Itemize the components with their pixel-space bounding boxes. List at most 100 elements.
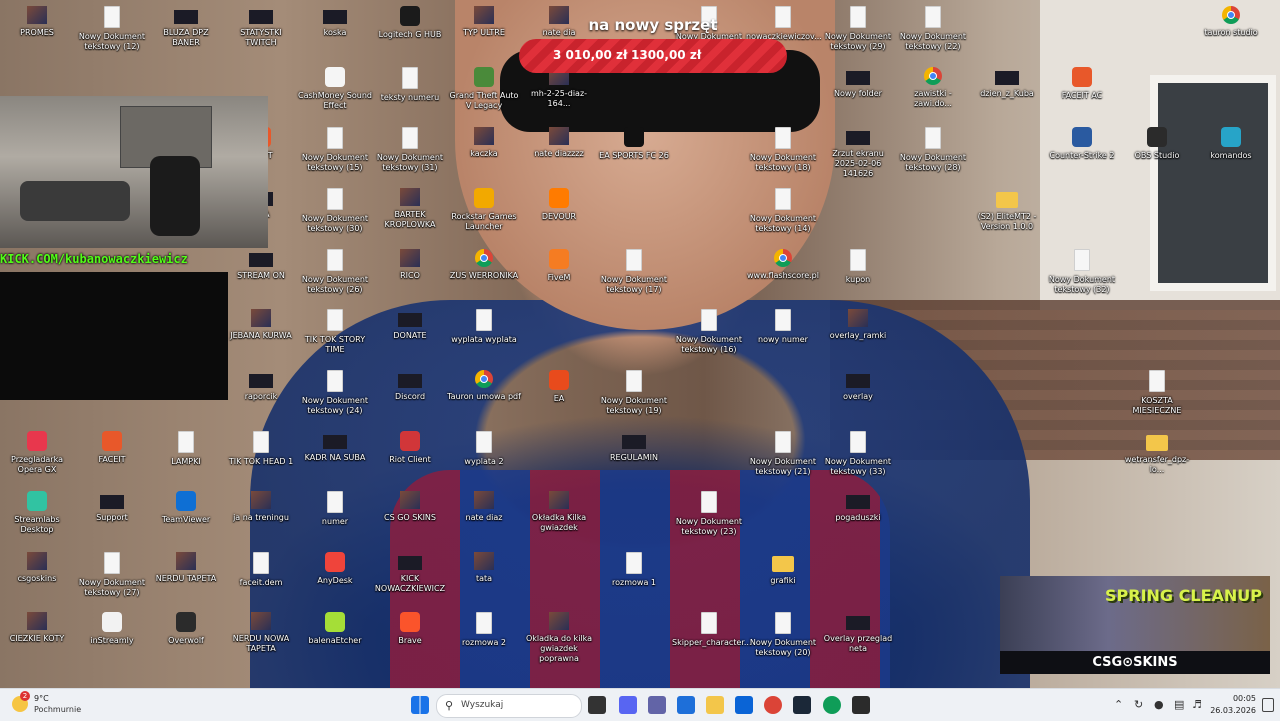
desktop-icon[interactable]: EA SPORTS FC 26 (597, 127, 671, 161)
desktop-icon[interactable]: TIK TOK STORY TIME (298, 309, 372, 355)
desktop-icon[interactable]: Discord (373, 370, 447, 402)
desktop-icon[interactable]: faceit.dem (224, 552, 298, 588)
desktop-icon[interactable]: pogaduszki (821, 491, 895, 523)
desktop-icon[interactable]: koska (298, 6, 372, 38)
desktop-icon[interactable]: FiveM (522, 249, 596, 283)
desktop-icon[interactable]: tauron studio (1194, 6, 1268, 38)
desktop-icon[interactable]: balenaEtcher (298, 612, 372, 646)
desktop-icon[interactable]: PROMES (0, 6, 74, 38)
store-icon[interactable] (677, 696, 695, 714)
desktop-icon[interactable]: teksty numeru (373, 67, 447, 103)
desktop-icon[interactable]: NERDU NOWA TAPETA (224, 612, 298, 654)
desktop-icon[interactable]: rozmowa 1 (597, 552, 671, 588)
microphone-icon[interactable]: ● (1154, 698, 1164, 711)
desktop-icon[interactable]: Nowy Dokument tekstowy (18) (746, 127, 820, 173)
desktop-icon[interactable]: ja na treningu (224, 491, 298, 523)
desktop-icon[interactable]: Nowy Dokument tekstowy (30) (298, 188, 372, 234)
desktop-icon[interactable]: inStreamly (75, 612, 149, 646)
desktop-icon[interactable]: wetransfer_dpz-lo... (1120, 431, 1194, 475)
steam-icon[interactable] (793, 696, 811, 714)
desktop-icon[interactable]: Nowy Dokument tekstowy (31) (373, 127, 447, 173)
desktop-icon[interactable]: AnyDesk (298, 552, 372, 586)
desktop-icon[interactable]: Nowy Dokument tekstowy (12) (75, 6, 149, 52)
desktop-icon[interactable]: Skipper_character... (672, 612, 752, 648)
desktop-icon[interactable]: tata (447, 552, 521, 584)
desktop-icon[interactable]: KADR NA SUBA (298, 431, 372, 463)
desktop-icon[interactable]: LAMPKI (149, 431, 223, 467)
desktop-icon[interactable]: Overlay przeglad neta (821, 612, 895, 654)
desktop-icon[interactable]: RICO (373, 249, 447, 281)
explorer-icon[interactable] (706, 696, 724, 714)
desktop-icon[interactable]: Nowy Dokument tekstowy (27) (75, 552, 149, 598)
desktop-icon[interactable]: JEBANA KURWA (224, 309, 298, 341)
desktop-icon[interactable]: Nowy folder (821, 67, 895, 99)
desktop-icon[interactable]: Riot Client (373, 431, 447, 465)
desktop-icon[interactable]: Okładka Kilka gwiazdek (522, 491, 596, 533)
desktop-icon[interactable]: Nowy Dokument tekstowy (33) (821, 431, 895, 477)
desktop-icon[interactable]: Nowy Dokument tekstowy (29) (821, 6, 895, 52)
desktop-icon[interactable]: Nowy Dokument tekstowy (16) (672, 309, 746, 355)
desktop-icon[interactable]: DONATE (373, 309, 447, 341)
desktop-icon[interactable]: overlay_ramki (821, 309, 895, 341)
desktop-icon[interactable]: BLUZA DPZ BANER (149, 6, 223, 48)
desktop-icon[interactable]: Nowy Dokument tekstowy (24) (298, 370, 372, 416)
desktop-icon[interactable]: Logitech G HUB (373, 6, 447, 40)
desktop-icon[interactable]: csgoskins (0, 552, 74, 584)
sync-icon[interactable]: ↻ (1134, 698, 1143, 711)
desktop-icon[interactable]: Nowy Dokument tekstowy (19) (597, 370, 671, 416)
desktop-icon[interactable]: EA (522, 370, 596, 404)
network-icon[interactable]: ▤ (1174, 698, 1184, 711)
desktop-icon[interactable]: STREAM ON (224, 249, 298, 281)
desktop-icon[interactable]: rozmowa 2 (447, 612, 521, 648)
desktop-icon[interactable]: wyplata 2 (447, 431, 521, 467)
discord-icon[interactable] (619, 696, 637, 714)
obs-icon[interactable] (852, 696, 870, 714)
desktop-icon[interactable]: nate diazzzz (522, 127, 596, 159)
desktop-icon[interactable]: KOSZTA MIESIECZNE (1120, 370, 1194, 416)
desktop-icon[interactable]: FACEIT AC (1045, 67, 1119, 101)
desktop-icon[interactable]: Nowy Dokument tekstowy (23) (672, 491, 746, 537)
desktop-icon[interactable]: Nowy Dokument tekstowy (28) (896, 127, 970, 173)
desktop-icon[interactable]: raporcik (224, 370, 298, 402)
desktop-icon[interactable]: Streamlabs Desktop (0, 491, 74, 535)
teams-icon[interactable] (648, 696, 666, 714)
taskbar-clock[interactable]: 00:05 26.03.2026 (1200, 693, 1256, 717)
desktop-icon[interactable]: OBS Studio (1120, 127, 1194, 161)
desktop-icon[interactable]: Okladka do kilka gwiazdek poprawna (522, 612, 596, 664)
desktop-icon[interactable]: Nowy Dokument tekstowy (22) (896, 6, 970, 52)
desktop-icon[interactable]: Nowy Dokument tekstowy (32) (1045, 249, 1119, 295)
desktop-icon[interactable]: CashMoney Sound Effect (298, 67, 372, 111)
taskbar-search[interactable]: ⚲ Wyszukaj (436, 694, 582, 718)
desktop-icon[interactable]: Tauron umowa pdf (447, 370, 521, 402)
notifications-icon[interactable] (1262, 698, 1274, 712)
desktop-icon[interactable]: overlay (821, 370, 895, 402)
desktop-icon[interactable]: Nowy Dokument tekstowy (17) (597, 249, 671, 295)
desktop-icon[interactable]: (S2) EliteMT2 - Version 1.0.0 (970, 188, 1044, 232)
desktop-icon[interactable]: numer (298, 491, 372, 527)
desktop-icon[interactable]: ZUS WERRONIKA (447, 249, 521, 281)
desktop-icon[interactable]: nowy numer (746, 309, 820, 345)
desktop-icon[interactable]: Rockstar Games Launcher (447, 188, 521, 232)
desktop-icon[interactable]: Nowy Dokument tekstowy (21) (746, 431, 820, 477)
desktop-icon[interactable]: Nowy Dokument tekstowy (14) (746, 188, 820, 234)
outlook-icon[interactable] (735, 696, 753, 714)
chevron-up-icon[interactable]: ⌃ (1114, 698, 1123, 711)
desktop-icon[interactable]: kupon (821, 249, 895, 285)
desktop-icon[interactable]: Counter-Strike 2 (1045, 127, 1119, 161)
desktop-icon[interactable]: Nowy Dokument tekstowy (20) (746, 612, 820, 658)
desktop-icon[interactable]: nate diaz (447, 491, 521, 523)
desktop-icon[interactable]: grafiki (746, 552, 820, 586)
desktop-icon[interactable]: STATYSTKI TWITCH (224, 6, 298, 48)
desktop-icon[interactable]: Grand Theft Auto V Legacy (447, 67, 521, 111)
desktop-icon[interactable]: Brave (373, 612, 447, 646)
desktop-icon[interactable]: CIEZKIE KOTY (0, 612, 74, 644)
desktop-icon[interactable]: DEVOUR (522, 188, 596, 222)
desktop-icon[interactable]: kaczka (447, 127, 521, 159)
desktop-icon[interactable]: Przegladarka Opera GX (0, 431, 74, 475)
task-view-icon[interactable] (588, 696, 606, 714)
desktop-icon[interactable]: NERDU TAPETA (149, 552, 223, 584)
desktop-icon[interactable]: dzien_z_Kuba (970, 67, 1044, 99)
desktop-icon[interactable]: REGULAMIN (597, 431, 671, 463)
desktop-icon[interactable]: www.flashscore.pl (746, 249, 820, 281)
chrome-icon[interactable] (764, 696, 782, 714)
